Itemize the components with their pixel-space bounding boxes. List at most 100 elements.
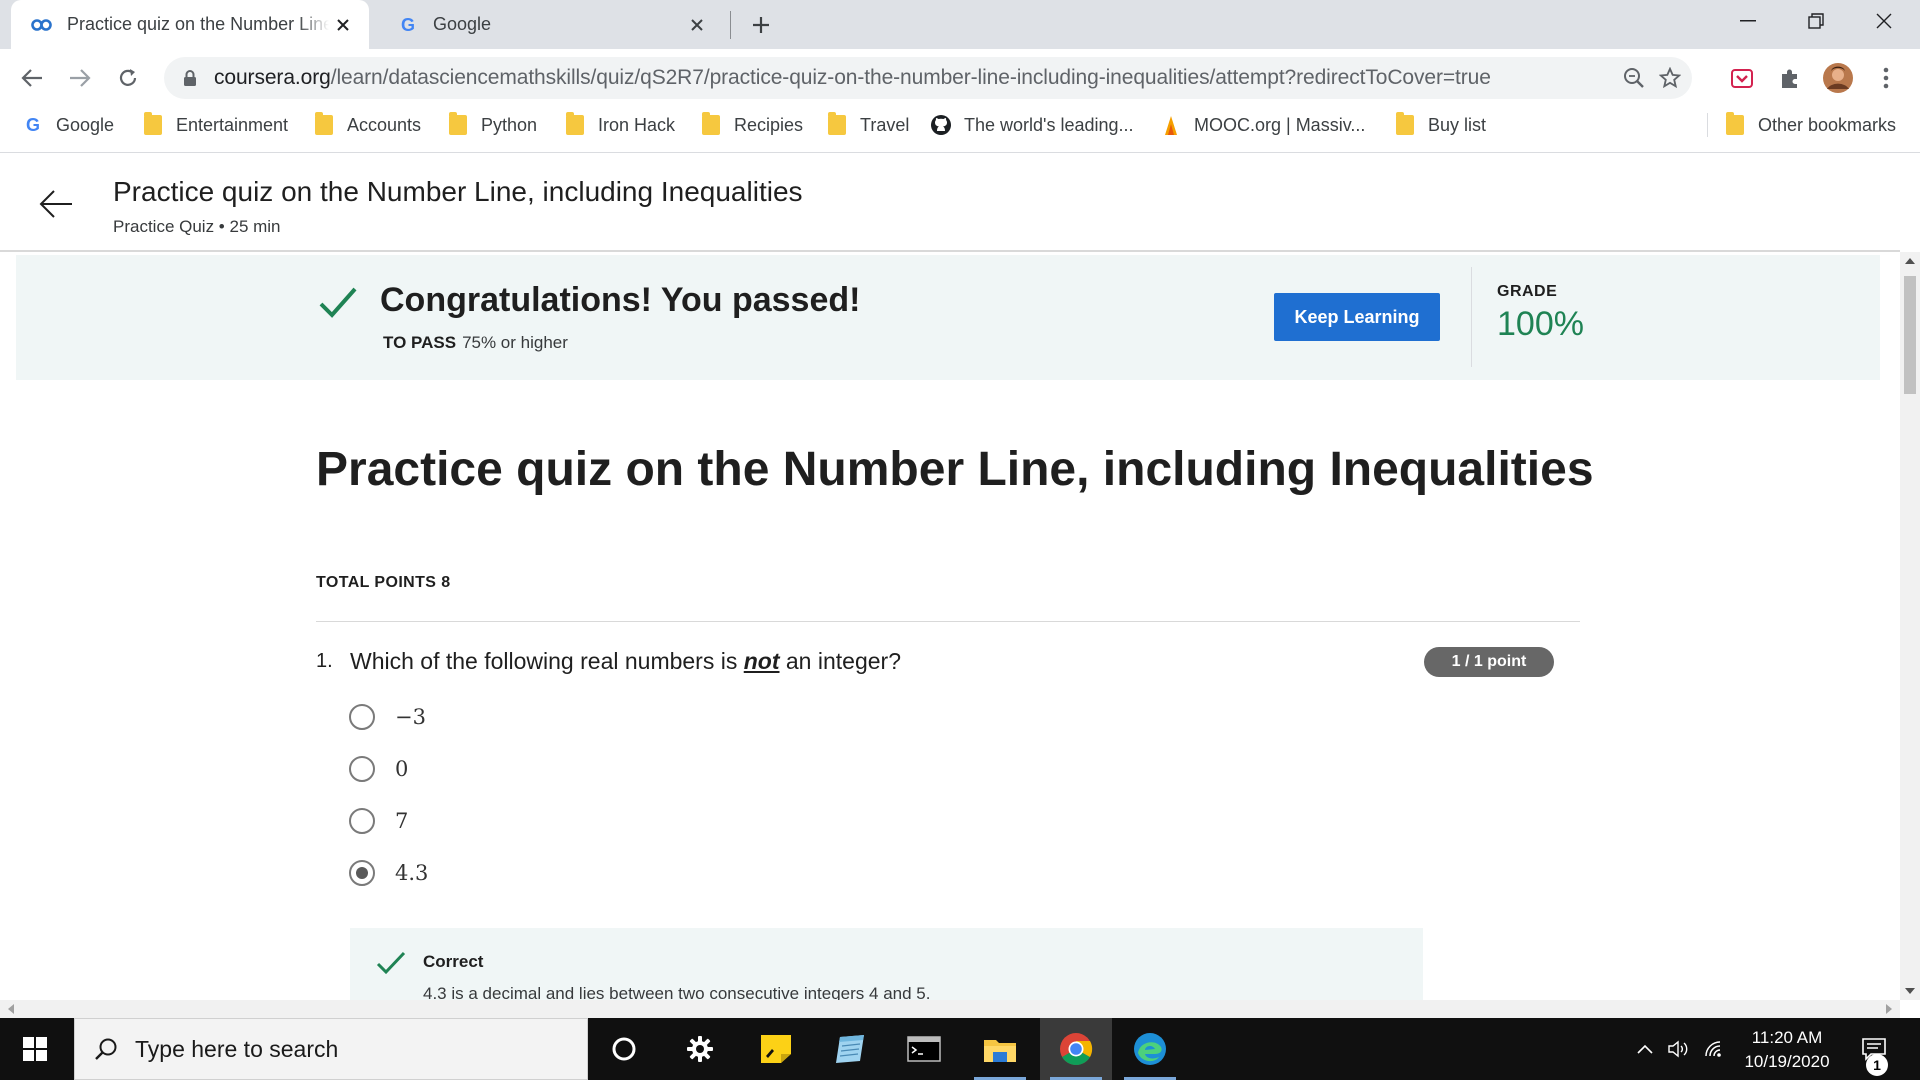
divider: [1471, 267, 1472, 367]
edge-icon[interactable]: [1114, 1018, 1186, 1080]
notification-count-badge: 1: [1866, 1054, 1888, 1076]
notepad-icon[interactable]: [814, 1018, 886, 1080]
taskbar-search-input[interactable]: Type here to search: [74, 1018, 588, 1080]
bookmark-folder-entertainment[interactable]: Entertainment: [142, 107, 288, 143]
folder-icon: [1724, 112, 1746, 136]
bookmark-folder-iron-hack[interactable]: Iron Hack: [564, 107, 675, 143]
bookmark-folder-buy-list[interactable]: Buy list: [1394, 107, 1486, 143]
address-bar[interactable]: coursera.org/learn/datasciencemathskills…: [164, 57, 1692, 99]
url-text: coursera.org/learn/datasciencemathskills…: [214, 66, 1491, 90]
radio-button[interactable]: [349, 808, 375, 834]
bookmark-google[interactable]: G Google: [22, 107, 114, 143]
extensions-puzzle-icon[interactable]: [1772, 60, 1808, 96]
back-arrow-icon[interactable]: [36, 184, 76, 224]
bookmark-label: Other bookmarks: [1758, 114, 1897, 135]
radio-button-selected[interactable]: [349, 860, 375, 886]
radio-button[interactable]: [349, 704, 375, 730]
scroll-right-icon[interactable]: [1886, 1004, 1892, 1014]
to-pass-value: 75% or higher: [462, 333, 568, 352]
bookmark-label: Python: [481, 114, 538, 135]
answer-option[interactable]: 0: [349, 754, 408, 784]
total-points: TOTAL POINTS 8: [316, 574, 451, 591]
quiz-title: Practice quiz on the Number Line, includ…: [316, 443, 1594, 496]
settings-gear-icon[interactable]: [664, 1018, 736, 1080]
folder-icon: [1394, 112, 1416, 136]
reload-icon[interactable]: [110, 60, 146, 96]
forward-icon[interactable]: [62, 60, 98, 96]
bookmark-other-bookmarks[interactable]: Other bookmarks: [1724, 107, 1896, 143]
windows-start-icon[interactable]: [0, 1018, 70, 1080]
sticky-notes-icon[interactable]: [740, 1018, 812, 1080]
bookmark-star-icon[interactable]: [1652, 60, 1688, 96]
back-icon[interactable]: [14, 60, 50, 96]
search-placeholder: Type here to search: [135, 1035, 339, 1062]
pocket-extension-icon[interactable]: [1724, 60, 1760, 96]
bookmark-label: Travel: [860, 114, 910, 135]
system-clock[interactable]: 11:20 AM 10/19/2020: [1732, 1026, 1842, 1074]
close-tab-icon[interactable]: [329, 11, 357, 39]
google-icon: G: [397, 14, 419, 36]
google-icon: G: [22, 114, 44, 136]
lock-icon[interactable]: [180, 69, 200, 87]
scroll-down-icon[interactable]: [1905, 988, 1915, 994]
question-text-part: Which of the following real numbers is: [350, 648, 744, 674]
scroll-up-icon[interactable]: [1905, 258, 1915, 264]
points-badge: 1 / 1 point: [1424, 647, 1554, 677]
vertical-scrollbar[interactable]: [1900, 252, 1920, 1000]
radio-button[interactable]: [349, 756, 375, 782]
terminal-icon[interactable]: [888, 1018, 960, 1080]
tab-title: Practice quiz on the Number Line, includ…: [67, 14, 329, 34]
option-label: −3: [395, 705, 426, 729]
scrollbar-thumb[interactable]: [1904, 276, 1916, 394]
wifi-icon[interactable]: [1700, 1018, 1730, 1080]
volume-icon[interactable]: [1664, 1018, 1694, 1080]
bookmark-folder-recipies[interactable]: Recipies: [700, 107, 803, 143]
option-label: 4.3: [395, 861, 429, 885]
grade-value: 100%: [1497, 305, 1584, 343]
chrome-icon[interactable]: [1040, 1018, 1112, 1080]
divider: [316, 621, 1580, 622]
tab-separator: [730, 11, 731, 39]
bookmark-mooc[interactable]: MOOC.org | Massiv...: [1160, 107, 1365, 143]
bookmark-folder-python[interactable]: Python: [447, 107, 537, 143]
check-icon: [376, 950, 406, 976]
bookmark-folder-accounts[interactable]: Accounts: [313, 107, 421, 143]
option-label: 0: [395, 757, 409, 781]
pass-heading: Congratulations! You passed!: [380, 281, 861, 319]
scroll-left-icon[interactable]: [8, 1004, 14, 1014]
bookmark-github[interactable]: The world's leading...: [930, 107, 1134, 143]
bookmark-folder-travel[interactable]: Travel: [826, 107, 909, 143]
coursera-icon: [31, 14, 53, 36]
tab-coursera-quiz[interactable]: Practice quiz on the Number Line, includ…: [11, 0, 369, 49]
keep-learning-button[interactable]: Keep Learning: [1274, 293, 1440, 341]
to-pass-label: TO PASS: [383, 333, 457, 352]
tab-strip: Practice quiz on the Number Line, includ…: [0, 0, 1920, 49]
horizontal-scrollbar[interactable]: [0, 1000, 1900, 1018]
answer-option[interactable]: 7: [349, 806, 408, 836]
page-title: Practice quiz on the Number Line, includ…: [113, 176, 803, 207]
restore-icon[interactable]: [1782, 0, 1850, 42]
chevron-up-icon[interactable]: [1630, 1018, 1660, 1080]
cortana-icon[interactable]: [588, 1018, 660, 1080]
bookmark-label: MOOC.org | Massiv...: [1194, 114, 1366, 135]
bookmark-label: Entertainment: [176, 114, 289, 135]
answer-option-selected[interactable]: 4.3: [349, 858, 428, 888]
search-icon: [91, 1034, 121, 1064]
svg-text:G: G: [401, 15, 415, 35]
folder-icon: [142, 112, 164, 136]
question-emphasis: not: [743, 648, 780, 674]
clock-date: 10/19/2020: [1744, 1052, 1830, 1071]
zoom-icon[interactable]: [1616, 60, 1652, 96]
close-tab-icon[interactable]: [683, 11, 711, 39]
new-tab-icon[interactable]: [746, 10, 776, 40]
answer-option[interactable]: −3: [349, 702, 426, 732]
minimize-icon[interactable]: [1714, 0, 1782, 42]
profile-avatar[interactable]: [1820, 60, 1856, 96]
close-window-icon[interactable]: [1850, 0, 1918, 42]
browser-menu-icon[interactable]: [1868, 60, 1904, 96]
bookmark-label: The world's leading...: [964, 114, 1134, 135]
file-explorer-icon[interactable]: [964, 1018, 1036, 1080]
mooc-icon: [1160, 114, 1182, 136]
folder-icon: [826, 112, 848, 136]
tab-google[interactable]: G Google: [377, 0, 723, 49]
